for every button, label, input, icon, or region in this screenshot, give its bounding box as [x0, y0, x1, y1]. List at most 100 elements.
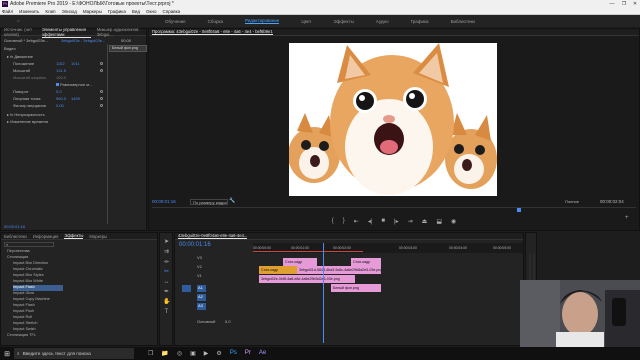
explorer-icon[interactable]: 📁 [161, 350, 168, 357]
razor-tool-icon[interactable]: ✂ [163, 269, 170, 276]
clip-image[interactable]: 3ebgui02e-0e8f-4a6-e8e-4a6e29b3d2a6-03e.… [259, 275, 355, 283]
fx-motion[interactable]: ▸ fx Движение [7, 54, 33, 60]
list-item[interactable]: Стилизация TFL [7, 333, 36, 339]
program-scrubber[interactable] [152, 207, 636, 212]
windows-icon[interactable]: ⊞ [0, 350, 14, 358]
settings-icon[interactable]: ⚙ [216, 350, 221, 357]
timeline-playhead[interactable] [323, 243, 324, 343]
effects-search-input[interactable]: ⌕ [4, 242, 54, 247]
menu-edit[interactable]: Изменить [19, 9, 39, 14]
track-label-v3[interactable]: V3 [197, 255, 202, 260]
taskbar-search[interactable]: ⌕ Введите здесь текст для поиска [14, 348, 134, 359]
keyframe-toggle[interactable] [100, 69, 103, 72]
slip-tool-icon[interactable]: ↔ [163, 279, 170, 286]
fx-flicker[interactable]: Фильтр мерцания [13, 103, 46, 109]
text-tool-icon[interactable]: T [163, 309, 170, 316]
mark-out-icon[interactable]: } [343, 218, 345, 224]
selection-tool-icon[interactable]: ➤ [163, 239, 170, 246]
pen-tool-icon[interactable]: ✒ [163, 289, 170, 296]
browser-icon[interactable]: ◎ [177, 350, 182, 357]
keyframe-toggle[interactable] [100, 104, 103, 107]
master-volume[interactable]: 0.0 [225, 319, 231, 324]
workspace-effects[interactable]: Эффекты [333, 19, 353, 24]
clip-freeze-frame[interactable]: Стоп-кадр [283, 258, 317, 266]
fx-opacity[interactable]: ▸ fx Непрозрачность [7, 112, 45, 118]
menu-markers[interactable]: Маркеры [83, 9, 102, 14]
quality-dropdown[interactable]: Полное [565, 199, 579, 204]
clip-chip[interactable]: Белый фон.png [109, 45, 147, 52]
menu-help[interactable]: Справка [163, 9, 181, 14]
hand-tool-icon[interactable]: ✋ [163, 299, 170, 306]
step-back-icon[interactable]: ◂| [368, 218, 373, 225]
clip-freeze-frame-orange[interactable]: Стоп-кадр [259, 266, 297, 274]
workspace-learning[interactable]: Обучение [165, 19, 186, 24]
fx-scale[interactable]: Масштаб [13, 68, 30, 74]
clip-image[interactable]: 3ebgui01d-5848-4ba3-9c6c-4a6e29b8a2e5-03… [297, 266, 381, 274]
wrench-icon[interactable]: 🔧 [229, 198, 235, 204]
workspace-audio[interactable]: Аудио [376, 19, 389, 24]
step-forward-icon[interactable]: |▸ [394, 218, 399, 225]
fit-dropdown[interactable]: По размеру кадра [190, 199, 228, 205]
workspace-graphics[interactable]: Графика [411, 19, 429, 24]
keyframe-toggle[interactable] [100, 62, 103, 65]
export-frame-icon[interactable]: ◉ [451, 218, 456, 225]
aftereffects-icon[interactable]: Ae [259, 350, 266, 357]
keyframe-toggle[interactable] [100, 90, 103, 93]
tab-info[interactable]: Информация [33, 234, 59, 239]
workspace-libraries[interactable]: Библиотеки [451, 19, 475, 24]
extract-icon[interactable]: ⬓ [436, 218, 442, 225]
track-label-a2[interactable]: A2 [197, 294, 206, 301]
fx-position[interactable]: Положение [13, 61, 34, 67]
source-patch-v1[interactable] [182, 285, 191, 292]
source-label[interactable]: Основной * 3ebgui03e... [4, 38, 48, 44]
mark-in-icon[interactable]: { [332, 218, 334, 224]
fx-anchor[interactable]: Опорная точка [13, 96, 41, 102]
media-icon[interactable]: ▶ [204, 350, 209, 357]
position-y[interactable]: 1011 [71, 61, 80, 67]
program-timecode[interactable]: 00:00:01:16 [152, 199, 176, 204]
position-x[interactable]: 1152 [56, 61, 65, 67]
work-area-bar[interactable] [253, 251, 363, 252]
workspace-editing[interactable]: Редактирование [245, 18, 280, 24]
add-button-icon[interactable]: + [625, 215, 629, 221]
minimize-button[interactable]: — [606, 0, 618, 8]
premiere-taskbar-icon[interactable]: Pr [245, 350, 251, 357]
workspace-assembly[interactable]: Сборка [208, 19, 223, 24]
photoshop-icon[interactable]: Ps [230, 350, 237, 357]
tab-markers[interactable]: Маркеры [89, 234, 107, 239]
track-label-a3[interactable]: A3 [197, 303, 206, 310]
clip-freeze-frame[interactable]: Стоп-кадр [351, 258, 381, 266]
scale-width-value[interactable]: 100.0 [56, 75, 66, 81]
go-to-in-icon[interactable]: ⇤ [354, 218, 359, 225]
stop-icon[interactable]: ■ [381, 218, 385, 224]
tab-libraries[interactable]: Библиотеки [4, 234, 27, 239]
program-playhead[interactable] [517, 208, 521, 212]
anchor-y[interactable]: 1409 [71, 96, 80, 102]
clip-white-background[interactable]: Белый фон.png [331, 284, 381, 292]
track-label-v2[interactable]: V2 [197, 264, 202, 269]
uniform-scale-checkbox[interactable]: Равномерное м... [56, 82, 92, 88]
workspace-color[interactable]: Цвет [301, 19, 311, 24]
tab-sequence[interactable]: 43ebgui02e-0e8f04a6-e8e-4a6-4e4... [178, 233, 248, 239]
close-button[interactable]: ✕ [629, 0, 640, 8]
timeline-timecode[interactable]: 00:00:01:16 [179, 242, 211, 248]
menu-clip[interactable]: Клип [45, 9, 55, 14]
track-label-a1[interactable]: A1 [197, 285, 206, 292]
timeline-ruler[interactable]: 00:00:00:00 00:00:01:00 00:00:02:00 00:0… [253, 243, 523, 253]
ripple-edit-tool-icon[interactable]: ⟛ [163, 259, 170, 266]
menu-sequence[interactable]: Эпизод [62, 9, 77, 14]
menu-graphics[interactable]: Графика [108, 9, 126, 14]
menu-file[interactable]: Файл [2, 9, 13, 14]
task-view-icon[interactable]: ❒ [148, 350, 153, 357]
anchor-x[interactable]: 960.0 [56, 96, 66, 102]
track-select-tool-icon[interactable]: ⇉ [163, 249, 170, 256]
fx-time-remap[interactable]: ▸ Изменение времени [7, 119, 48, 125]
keyframe-toggle[interactable] [100, 97, 103, 100]
flicker-value[interactable]: 0.00 [56, 103, 64, 109]
tab-program[interactable]: Программа: 43ebgui02e - 0e8f04a6 - e8e -… [152, 29, 273, 35]
fx-scale-width[interactable]: Масштаб ширины [13, 75, 46, 81]
rotation-value[interactable]: 0.0 [56, 89, 62, 95]
effect-controls-timecode[interactable]: 00:00:01:16 [4, 224, 25, 230]
fx-rotation[interactable]: Поворот [13, 89, 29, 95]
scale-value[interactable]: 131.5 [56, 68, 66, 74]
